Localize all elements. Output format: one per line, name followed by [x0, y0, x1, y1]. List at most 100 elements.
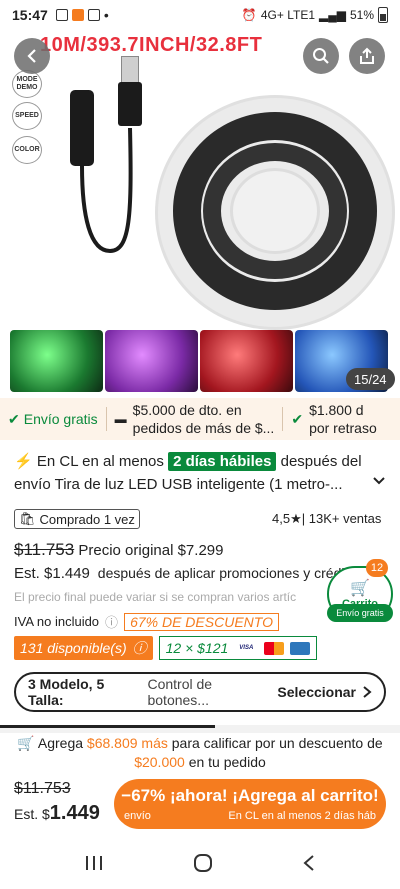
- delay-line1: $1.800 d: [309, 402, 364, 418]
- bottom-est-value: 1.449: [49, 802, 100, 824]
- chevron-left-icon: [27, 49, 36, 63]
- old-price: $11.753: [14, 540, 75, 559]
- product-title: Tira de luz LED USB inteligente (1 metro…: [54, 476, 343, 493]
- original-price: Precio original $7.299: [78, 542, 224, 559]
- bought-badge: 🛍 Comprado 1 vez: [14, 509, 140, 529]
- check-icon: ✔: [291, 411, 304, 427]
- price-line: $11.753 Precio original $7.299: [14, 540, 223, 560]
- add-to-cart-button[interactable]: −67% ¡ahora! ¡Agrega al carrito! envío E…: [114, 779, 386, 829]
- battery-icon: [378, 7, 388, 23]
- sales-count: 13K+ ventas: [308, 511, 382, 526]
- app-notification-icon: [71, 9, 84, 21]
- thumbnail-green[interactable]: [10, 330, 103, 392]
- iva-label: IVA no incluido: [14, 614, 100, 629]
- thumbnail-purple[interactable]: [105, 330, 198, 392]
- star-icon: ★: [290, 511, 302, 526]
- agrega-suffix: en tu pedido: [188, 754, 266, 770]
- visa-icon: VISA: [239, 645, 254, 651]
- add-more-banner[interactable]: 🛒 Agrega $68.809 más para calificar por …: [0, 734, 400, 772]
- agrega-middle: para calificar por un descuento de: [171, 735, 383, 751]
- discount-tag: 67% DE DESCUENTO: [124, 612, 279, 631]
- image-page-counter: 15/24: [346, 368, 395, 390]
- estimated-price: Est. $1.449: [14, 565, 90, 582]
- search-icon: [313, 48, 329, 64]
- image-title: 10M/393.7INCH/32.8FT: [40, 34, 263, 56]
- coupon-promo[interactable]: ▬ $5.000 de dto. en pedidos de más de $.…: [107, 401, 283, 437]
- estimated-price-line: Est. $1.449 después de aplicar promocion…: [14, 565, 348, 582]
- stock-label: 131 disponible(s): [20, 640, 127, 656]
- cart-icon: 🛒: [350, 580, 370, 597]
- section-separator: [0, 725, 400, 733]
- usb-plug-image: [118, 82, 142, 126]
- cart-count-badge: 12: [366, 559, 388, 577]
- usb-connector-image: [121, 56, 139, 84]
- installments-label: 12 × $121: [165, 640, 229, 656]
- estimated-price-note: después de aplicar promociones y crédit: [97, 565, 349, 581]
- agrega-amount: $68.809 más: [86, 735, 168, 751]
- final-price-note: El precio final puede variar si se compr…: [14, 590, 297, 604]
- delivery-days-badge: 2 días hábiles: [168, 452, 277, 471]
- agrega-discount: $20.000: [134, 754, 185, 770]
- battery-label: 51%: [349, 8, 374, 22]
- alarm-icon: ⏰: [241, 8, 257, 22]
- mastercard-icon: [264, 641, 285, 655]
- delay-line2: por retraso: [309, 420, 377, 436]
- delivery-and-title[interactable]: ⚡ En CL en al menos 2 días hábiles despu…: [14, 450, 390, 496]
- mode-demo-label: MODE DEMO: [12, 70, 42, 98]
- variant-summary: 3 Modelo, 5 Talla:: [28, 676, 105, 708]
- installments-tag[interactable]: 12 × $121 VISA: [158, 636, 318, 660]
- speed-label: SPEED: [12, 102, 42, 130]
- select-button[interactable]: Seleccionar: [277, 684, 356, 700]
- delay-credit-promo[interactable]: ✔ $1.800 d por retraso: [283, 401, 384, 437]
- cart-small-icon: 🛒: [17, 735, 35, 751]
- agrega-prefix: Agrega: [37, 735, 84, 751]
- bottom-price: $11.753 Est. $1.449: [14, 780, 100, 825]
- bought-label: Comprado 1 vez: [39, 511, 135, 527]
- rating-summary[interactable]: 4,5★| 13K+ ventas: [272, 511, 381, 527]
- signal-icon: ▂▄▆: [319, 8, 346, 22]
- rating-value: 4,5: [272, 511, 291, 526]
- bolt-icon: ✔: [8, 410, 20, 427]
- add-to-cart-subline: envío En CL en al menos 2 días háb: [124, 810, 376, 822]
- lightning-icon: ⚡: [14, 453, 33, 470]
- bottom-old-price: $11.753: [14, 780, 71, 797]
- free-shipping-label: Envío gratis: [23, 411, 98, 427]
- back-nav-icon[interactable]: [302, 854, 316, 872]
- share-button[interactable]: [349, 38, 385, 74]
- bottom-estimated-price: Est. $1.449: [14, 802, 100, 825]
- cart-free-shipping-badge: Envío gratis: [327, 604, 393, 622]
- bag-icon: 🛍: [19, 511, 36, 526]
- status-bar: 15:47 • ⏰ 4G+ LTE1 ▂▄▆ 51%: [0, 0, 400, 30]
- cta-sub-right: En CL en al menos 2 días háb: [228, 810, 376, 822]
- share-icon: [360, 47, 374, 64]
- add-to-cart-label: −67% ¡ahora! ¡Agrega al carrito!: [121, 786, 379, 805]
- system-navigation-bar: [0, 836, 400, 889]
- search-button[interactable]: [303, 38, 339, 74]
- color-label: COLOR: [12, 136, 42, 164]
- reel-hub: [230, 168, 320, 254]
- product-image-gallery[interactable]: MODE DEMO SPEED COLOR 10M/393.7INCH/32.8…: [0, 30, 400, 330]
- back-button[interactable]: [14, 38, 50, 74]
- coupon-line1: $5.000 de dto. en: [132, 402, 242, 418]
- more-notifications-icon: •: [103, 7, 109, 23]
- chevron-down-icon[interactable]: [372, 474, 386, 488]
- recent-apps-icon[interactable]: [84, 854, 104, 872]
- amex-icon: [290, 641, 311, 655]
- availability-row: 131 disponible(s) ⓘ 12 × $121 VISA: [14, 636, 318, 660]
- thumbnail-strip: [0, 330, 400, 395]
- promo-strip[interactable]: ✔ Envío gratis ▬ $5.000 de dto. en pedid…: [0, 398, 400, 440]
- remote-controller-image: [70, 90, 94, 166]
- variant-selector[interactable]: 3 Modelo, 5 Talla: Control de botones...…: [14, 672, 386, 712]
- thumbnail-red[interactable]: [200, 330, 293, 392]
- info-icon[interactable]: ⓘ: [105, 612, 118, 631]
- gallery-notification-icon: [55, 9, 68, 21]
- bottom-est-prefix: Est. $: [14, 806, 50, 822]
- coupon-line2: pedidos de más de $...: [132, 420, 275, 436]
- home-icon[interactable]: [193, 853, 213, 873]
- delivery-prefix: En CL en al menos: [36, 453, 164, 470]
- stock-tag[interactable]: 131 disponible(s) ⓘ: [14, 636, 153, 660]
- messages-notification-icon: [87, 9, 100, 21]
- free-shipping-promo[interactable]: ✔ Envío gratis: [0, 411, 106, 428]
- cta-sub-left: envío: [124, 810, 151, 822]
- chevron-right-icon: [363, 686, 372, 698]
